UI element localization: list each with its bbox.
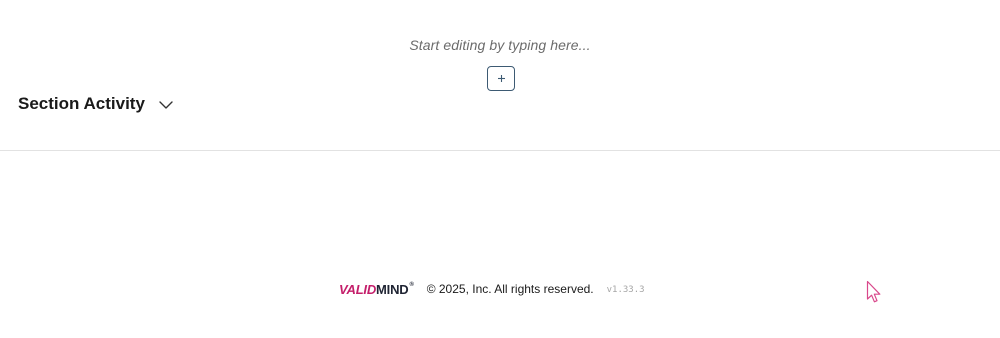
logo-mind-text: MIND (376, 281, 409, 297)
registered-mark: ® (409, 282, 414, 288)
version-label: v1.33.3 (606, 284, 645, 295)
editor-placeholder[interactable]: Start editing by typing here... (0, 37, 1000, 53)
mouse-pointer-icon (866, 280, 881, 303)
logo-valid-text: VALID (339, 281, 377, 297)
chevron-down-icon[interactable] (159, 100, 173, 109)
section-activity-toggle[interactable]: Section Activity (18, 94, 173, 114)
validmind-logo[interactable]: VALID MIND ® (339, 280, 414, 298)
page: Start editing by typing here... Section … (0, 0, 1000, 338)
add-block-button[interactable] (487, 66, 515, 91)
plus-icon (497, 75, 505, 82)
footer: VALID MIND ® © 2025, Inc. All rights res… (339, 280, 645, 298)
section-divider (0, 150, 1000, 151)
copyright-text: © 2025, Inc. All rights reserved. (426, 282, 594, 296)
section-title: Section Activity (18, 94, 145, 113)
